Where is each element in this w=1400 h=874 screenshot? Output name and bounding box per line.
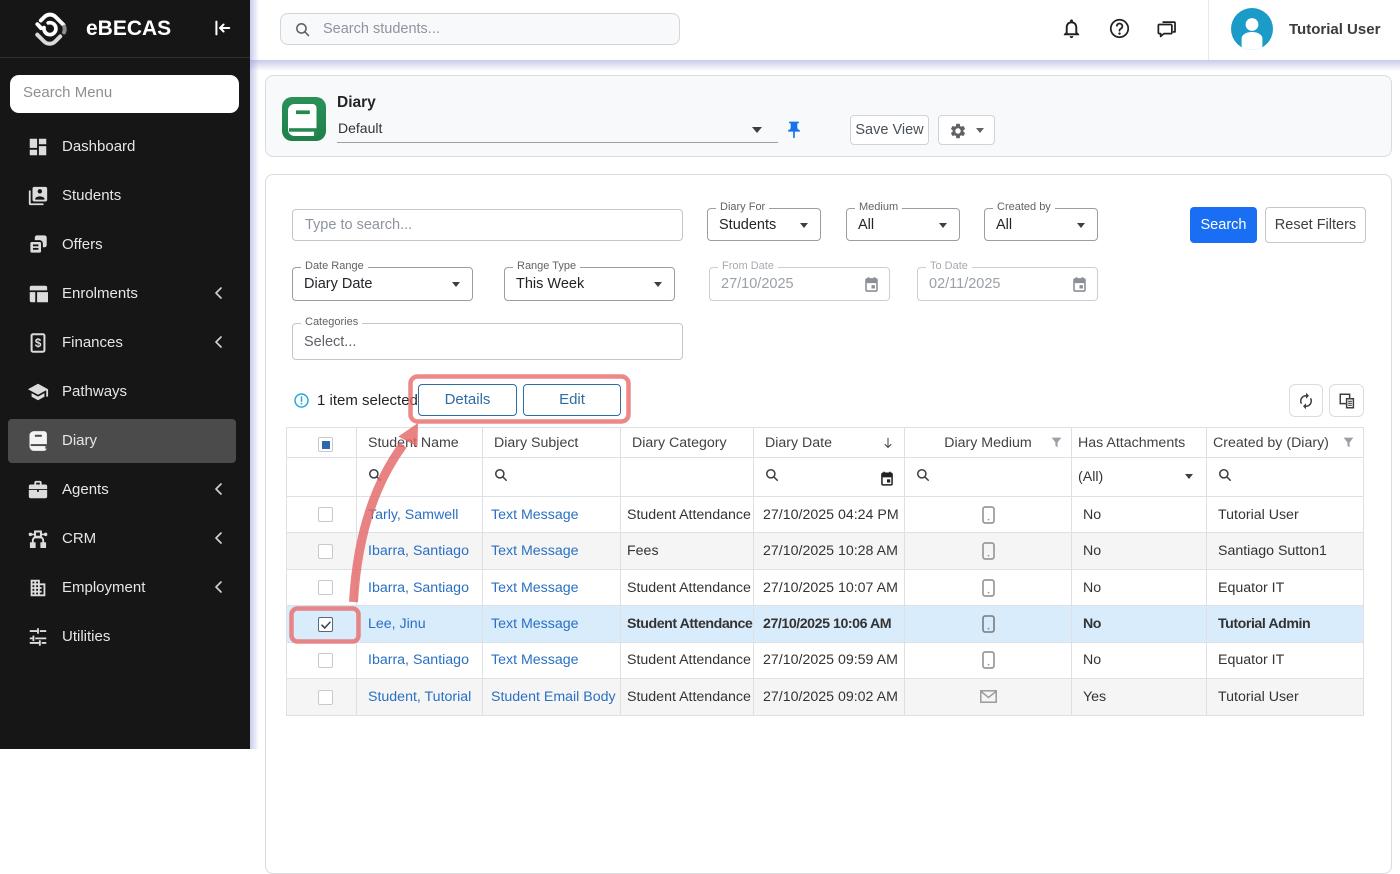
svg-text:$: $ [35,336,42,350]
